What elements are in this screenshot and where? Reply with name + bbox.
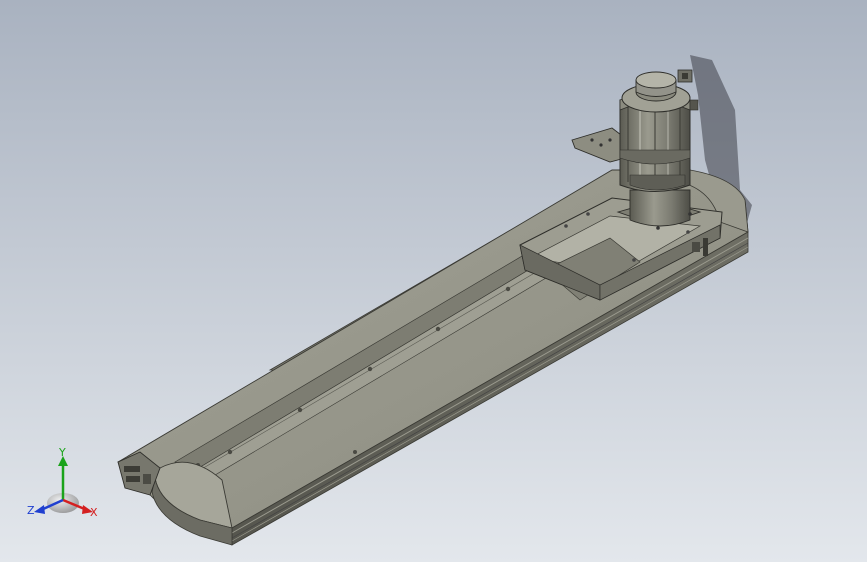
linear-actuator-model[interactable]: [0, 0, 867, 562]
mounting-bracket: [571, 127, 626, 163]
axis-triad[interactable]: Y X Z: [25, 448, 105, 523]
graphics-viewport[interactable]: Y X Z: [0, 0, 867, 562]
x-axis-label: X: [90, 506, 98, 519]
z-axis-label: Z: [27, 504, 35, 517]
y-axis-label: Y: [58, 448, 66, 459]
